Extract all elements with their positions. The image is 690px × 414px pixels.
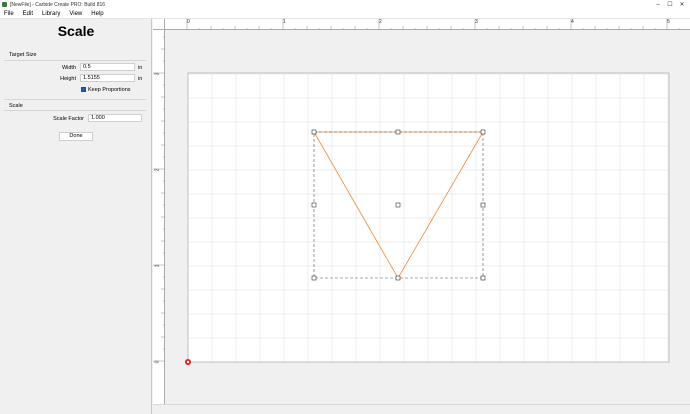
ruler-label-x: 1 [283,19,286,25]
panel-heading: Scale [57,23,95,39]
window-controls: – ☐ ✕ [652,0,688,9]
target-size-label: Target Size [9,52,37,58]
scale-factor-input[interactable] [88,114,142,122]
resize-handle[interactable] [395,129,401,135]
scale-panel: Scale Target Size Width in Height in Kee… [0,19,152,414]
resize-handle[interactable] [480,275,486,281]
horizontal-ruler: 0 1 2 3 4 5 [165,19,690,30]
height-input[interactable] [80,74,135,82]
ruler-label-y: 1 [154,264,161,268]
menu-library[interactable]: Library [38,11,65,17]
done-button[interactable]: Done [59,132,93,141]
menu-view[interactable]: View [65,11,87,17]
ruler-label-x: 0 [187,19,190,25]
resize-handle[interactable] [311,129,317,135]
ruler-corner [153,19,165,30]
height-label: Height [60,76,76,82]
resize-handle[interactable] [395,275,401,281]
vertical-ruler: 3 2 1 0 [153,30,165,404]
resize-handle[interactable] [311,202,317,208]
ruler-label-x: 4 [571,19,574,25]
menu-file[interactable]: File [0,11,19,17]
keep-proportions-checkbox[interactable] [81,87,86,92]
divider [4,60,146,61]
canvas-area: 0 1 2 3 4 5 3 2 1 0 [153,19,690,414]
resize-handle[interactable] [480,129,486,135]
ruler-label-x: 3 [475,19,478,25]
scale-section-label: Scale [9,103,23,109]
origin-marker [185,359,191,365]
menu-edit[interactable]: Edit [19,11,38,17]
height-unit: in [138,76,143,82]
app-icon [2,2,7,7]
center-handle[interactable] [395,202,401,208]
menu-bar: File Edit Library View Help [0,9,690,19]
keep-proportions-label: Keep Proportions [88,87,131,93]
ruler-label-y: 2 [154,168,161,172]
menu-help[interactable]: Help [87,11,108,17]
resize-handle[interactable] [480,202,486,208]
ruler-label-x: 5 [667,19,670,25]
resize-handle[interactable] [311,275,317,281]
minimize-button[interactable]: – [652,0,664,9]
width-unit: in [138,65,143,71]
close-button[interactable]: ✕ [676,0,688,9]
scale-factor-label: Scale Factor [53,116,84,122]
canvas-svg[interactable] [166,31,690,404]
ruler-label-y: 0 [154,360,161,364]
ruler-label-x: 2 [379,19,382,25]
horizontal-ruler-ticks [186,19,680,30]
vertical-ruler-ticks [153,36,165,362]
divider [4,99,146,100]
horizontal-scrollbar[interactable] [153,404,690,414]
window-title: [NewFile] - Carbide Create PRO: Build 81… [10,1,106,8]
title-bar: [NewFile] - Carbide Create PRO: Build 81… [0,0,690,9]
width-label: Width [61,65,76,71]
divider [4,110,146,111]
design-canvas[interactable] [166,31,690,404]
width-input[interactable] [80,63,135,71]
maximize-button[interactable]: ☐ [664,0,676,9]
ruler-label-y: 3 [154,72,161,76]
